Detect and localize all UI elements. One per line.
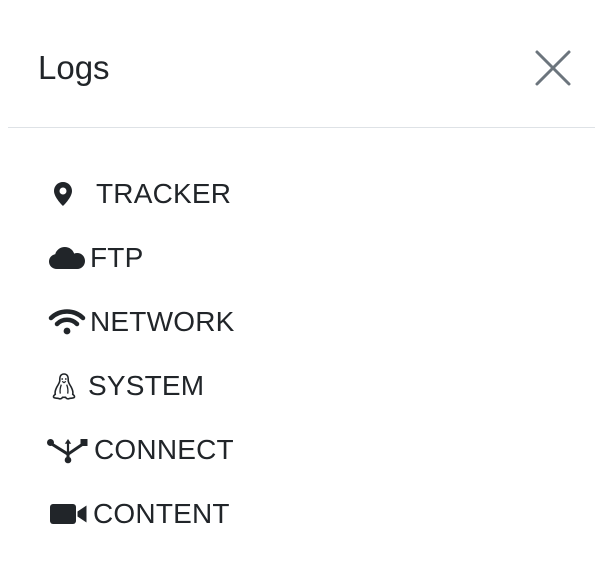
usb-icon <box>46 436 90 464</box>
log-item-label: SYSTEM <box>88 370 205 401</box>
log-item-connect[interactable]: CONNECT <box>47 418 235 482</box>
log-item-label: CONTENT <box>93 498 230 529</box>
log-item-label: NETWORK <box>90 306 235 337</box>
log-item-ftp[interactable]: FTP <box>48 226 235 290</box>
modal-header: Logs <box>8 0 595 128</box>
log-item-tracker[interactable]: TRACKER <box>50 162 235 226</box>
log-item-label: CONNECT <box>94 434 234 465</box>
close-button[interactable] <box>533 48 573 88</box>
cloud-icon <box>48 244 86 272</box>
log-item-system[interactable]: SYSTEM <box>50 354 235 418</box>
video-camera-icon <box>49 500 89 528</box>
map-marker-icon <box>50 180 76 208</box>
modal-title: Logs <box>38 49 110 86</box>
log-list: TRACKER FTP NETWORK SYSTEM CONNECT CONTE… <box>47 162 235 546</box>
logs-modal: Logs TRACKER FTP NETWORK SYSTEM CONNECT … <box>0 0 595 572</box>
log-item-network[interactable]: NETWORK <box>48 290 235 354</box>
wifi-icon <box>48 308 86 336</box>
log-item-content[interactable]: CONTENT <box>50 482 235 546</box>
close-icon <box>535 50 571 86</box>
log-item-label: TRACKER <box>96 178 232 209</box>
log-item-label: FTP <box>90 242 144 273</box>
linux-icon <box>50 372 78 400</box>
